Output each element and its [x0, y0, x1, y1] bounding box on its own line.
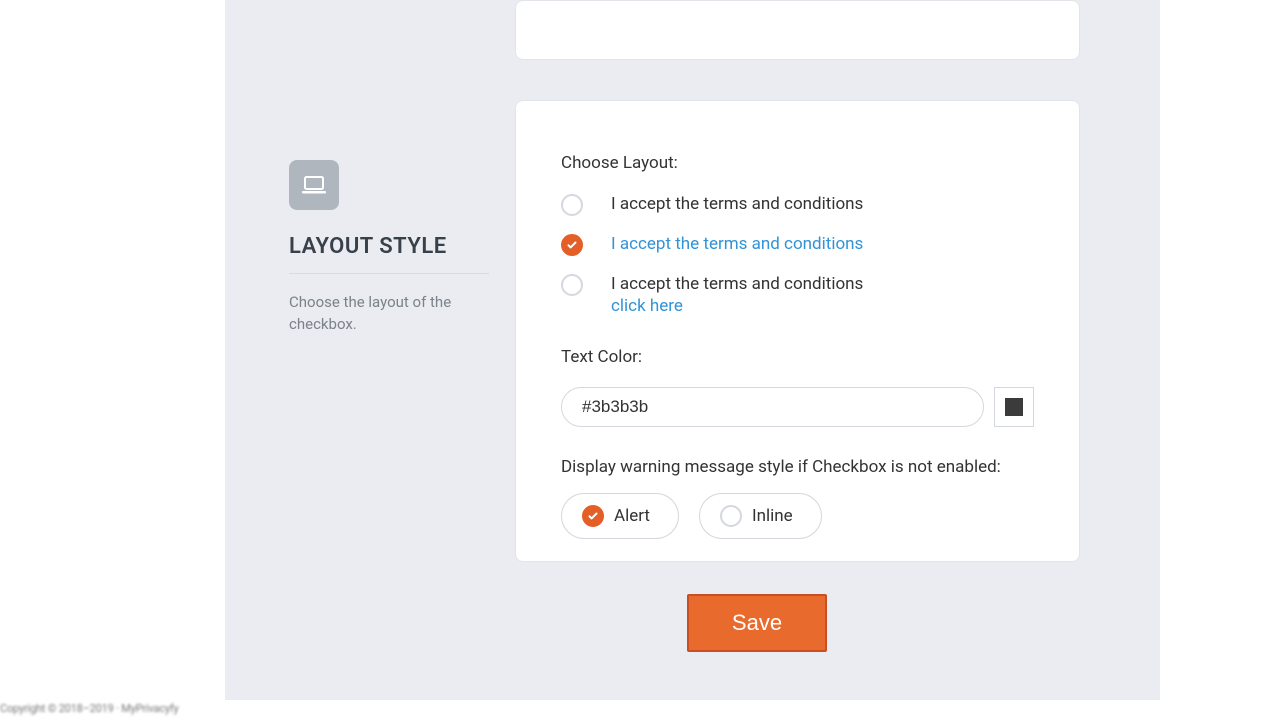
save-button[interactable]: Save — [687, 594, 827, 652]
footer-copyright: Copyright © 2018–2019 · MyPrivacyfy — [0, 702, 200, 720]
choose-layout-label: Choose Layout: — [561, 153, 1034, 173]
section-separator — [289, 273, 489, 274]
color-swatch-sample — [1005, 398, 1023, 416]
layout-option-text: I accept the terms and conditions — [611, 233, 863, 255]
radio-unselected — [561, 194, 583, 216]
radio-selected — [561, 234, 583, 256]
text-color-input[interactable] — [561, 387, 984, 427]
radio-unselected — [720, 505, 742, 527]
radio-selected — [582, 505, 604, 527]
warning-option-label: Alert — [614, 506, 650, 526]
left-gutter — [0, 0, 225, 720]
warning-style-label: Display warning message style if Checkbo… — [561, 457, 1034, 477]
layout-option-text: I accept the terms and conditions — [611, 193, 863, 215]
section-title: LAYOUT STYLE — [289, 234, 489, 259]
warning-style-options: Alert Inline — [561, 493, 1034, 539]
warning-option-alert[interactable]: Alert — [561, 493, 679, 539]
layout-option-2[interactable]: I accept the terms and conditions — [561, 233, 1034, 255]
laptop-icon — [289, 160, 339, 210]
text-color-row — [561, 387, 1034, 427]
text-color-label: Text Color: — [561, 347, 1034, 367]
layout-option-plain: I accept the terms and conditions — [611, 274, 863, 294]
layout-option-3[interactable]: I accept the terms and conditions click … — [561, 273, 1034, 317]
right-gutter — [1160, 0, 1280, 720]
radio-unselected — [561, 274, 583, 296]
layout-style-card: Choose Layout: I accept the terms and co… — [515, 100, 1080, 562]
app-frame: LAYOUT STYLE Choose the layout of the ch… — [0, 0, 1280, 720]
section-side: LAYOUT STYLE Choose the layout of the ch… — [289, 160, 489, 336]
previous-card — [515, 0, 1080, 60]
layout-option-text: I accept the terms and conditions click … — [611, 273, 863, 317]
warning-option-label: Inline — [752, 506, 793, 526]
section-description: Choose the layout of the checkbox. — [289, 292, 489, 336]
color-swatch[interactable] — [994, 387, 1034, 427]
layout-option-link[interactable]: click here — [611, 295, 863, 317]
layout-options: I accept the terms and conditions I acce… — [561, 193, 1034, 317]
layout-option-1[interactable]: I accept the terms and conditions — [561, 193, 1034, 215]
warning-option-inline[interactable]: Inline — [699, 493, 822, 539]
